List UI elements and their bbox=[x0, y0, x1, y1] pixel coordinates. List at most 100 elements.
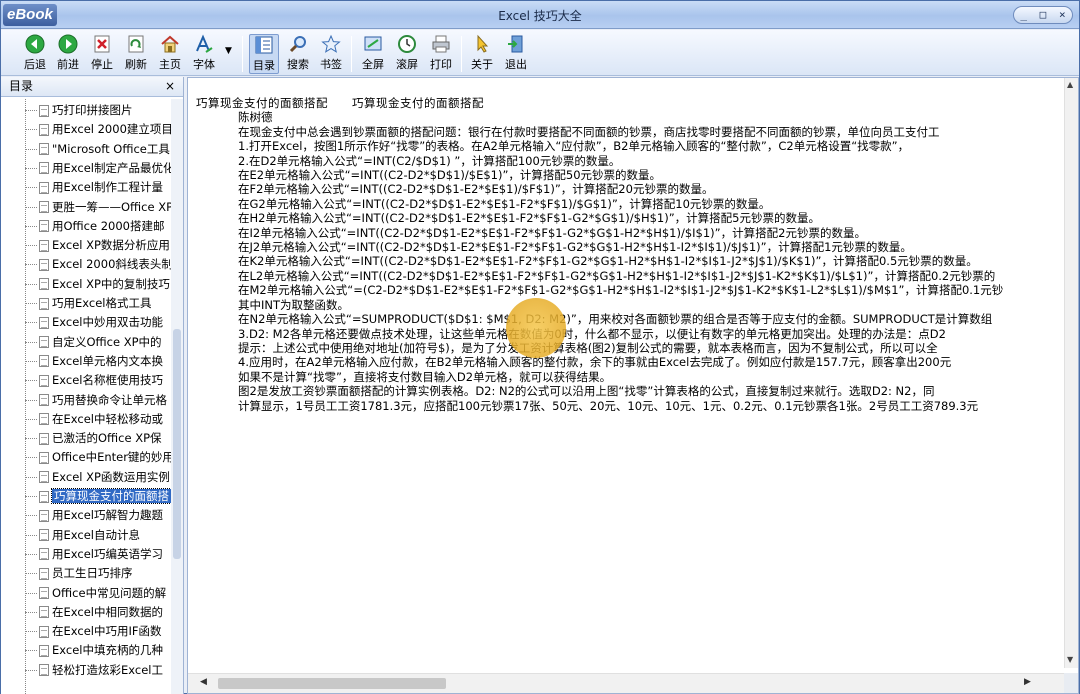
maximize-button[interactable]: □ bbox=[1040, 7, 1047, 23]
article-line: 2.在D2单元格输入公式“=INT(C2/$D$1) ”，计算搭配100元钞票的… bbox=[238, 153, 621, 168]
article-line: 如果不是计算“找零”，直接将支付数目输入D2单元格，就可以获得结果。 bbox=[238, 369, 612, 384]
tree-branch bbox=[25, 457, 37, 459]
toc-item[interactable]: 用Excel巧编英语学习 bbox=[25, 545, 171, 564]
sidebar-scrollbar[interactable] bbox=[171, 99, 183, 694]
search-button[interactable]: 搜索 bbox=[283, 34, 313, 74]
toc-item[interactable]: "Microsoft Office工具 bbox=[25, 140, 171, 159]
document-icon bbox=[39, 220, 49, 233]
document-icon bbox=[39, 432, 49, 445]
sidebar-scroll-thumb[interactable] bbox=[173, 329, 181, 559]
scroll-left-icon[interactable]: ◀ bbox=[200, 677, 207, 687]
about-button[interactable]: 关于 bbox=[467, 34, 497, 74]
toc-item[interactable]: 巧用替换命令让单元格 bbox=[25, 391, 171, 410]
toc-item[interactable]: 轻松打造炫彩Excel工 bbox=[25, 661, 171, 680]
toc-item[interactable]: 在Excel中轻松移动或 bbox=[25, 410, 171, 429]
toc-item[interactable]: Excel中妙用双击功能 bbox=[25, 313, 171, 332]
toc-item[interactable]: 用Excel 2000建立项目 bbox=[25, 120, 171, 139]
toc-item[interactable]: 巧用Excel格式工具 bbox=[25, 294, 171, 313]
font-button[interactable]: 字体 bbox=[189, 34, 219, 74]
back-button[interactable]: 后退 bbox=[20, 34, 50, 74]
toc-item-label: 更胜一筹——Office XP bbox=[52, 199, 171, 214]
horizontal-scroll-thumb[interactable] bbox=[218, 678, 446, 689]
document-icon bbox=[39, 471, 49, 484]
tree-branch bbox=[25, 245, 37, 247]
toc-item[interactable]: Excel中填充柄的几种 bbox=[25, 641, 171, 660]
toc-item[interactable]: 用Excel制作工程计量 bbox=[25, 178, 171, 197]
article-line: 在I2单元格输入公式“=INT((C2-D2*$D$1-E2*$E$1-F2*$… bbox=[238, 225, 866, 240]
toc-item[interactable]: 已激活的Office XP保 bbox=[25, 429, 171, 448]
toc-item-label: Office中Enter键的妙用 bbox=[52, 450, 171, 465]
bookmark-button[interactable]: 书签 bbox=[316, 34, 346, 74]
toc-item-label: 在Excel中巧用IF函数 bbox=[52, 624, 162, 639]
home-icon bbox=[161, 35, 179, 53]
toc-item[interactable]: Office中Enter键的妙用 bbox=[25, 448, 171, 467]
scroll-down-icon[interactable]: ▼ bbox=[1067, 655, 1073, 664]
toc-item[interactable]: 巧算现金支付的面额搭 bbox=[25, 487, 171, 506]
toc-item-label: 用Excel制作工程计量 bbox=[52, 180, 163, 195]
toc-item[interactable]: Excel单元格内文本换 bbox=[25, 352, 171, 371]
printer-icon bbox=[432, 35, 450, 53]
tree-branch bbox=[25, 515, 37, 517]
article-line: 提示：上述公式中使用绝对地址(加符号$)，是为了分发工资计算表格(图2)复制公式… bbox=[238, 340, 938, 355]
stop-button[interactable]: 停止 bbox=[87, 34, 117, 74]
article-line: 其中INT为取整函数。 bbox=[238, 297, 350, 312]
home-button[interactable]: 主页 bbox=[155, 34, 185, 74]
scroll-button[interactable]: 滚屏 bbox=[392, 34, 422, 74]
scroll-up-icon[interactable]: ▲ bbox=[1067, 80, 1073, 89]
tree-branch bbox=[25, 206, 37, 208]
toc-item-label: 用Excel 2000建立项目 bbox=[52, 122, 171, 137]
article-vertical-scrollbar[interactable]: ▲ ▼ bbox=[1064, 78, 1078, 668]
forward-button[interactable]: 前进 bbox=[53, 34, 83, 74]
document-icon bbox=[39, 336, 49, 349]
toc-item[interactable]: Excel XP数据分析应用 bbox=[25, 236, 171, 255]
toc-item[interactable]: 用Excel巧解智力趣题 bbox=[25, 506, 171, 525]
toc-item[interactable]: 员工生日巧排序 bbox=[25, 564, 171, 583]
document-icon bbox=[39, 239, 49, 252]
fullscreen-button[interactable]: 全屏 bbox=[358, 34, 388, 74]
minimize-button[interactable]: _ bbox=[1020, 7, 1027, 23]
toc-item[interactable]: Office中常见问题的解 bbox=[25, 584, 171, 603]
toc-item[interactable]: Excel名称框使用技巧 bbox=[25, 371, 171, 390]
sidebar-close-icon[interactable]: × bbox=[165, 77, 175, 96]
close-button[interactable]: × bbox=[1059, 7, 1066, 23]
toc-item[interactable]: 用Excel自动计息 bbox=[25, 526, 171, 545]
toc-item-label: Excel XP数据分析应用 bbox=[52, 238, 170, 253]
toc-item[interactable]: 自定义Office XP中的 bbox=[25, 333, 171, 352]
exit-button[interactable]: 退出 bbox=[501, 34, 531, 74]
stop-icon bbox=[94, 35, 110, 53]
document-icon bbox=[39, 355, 49, 368]
tree-branch bbox=[25, 264, 37, 266]
toc-item-label: 在Excel中相同数据的 bbox=[52, 604, 163, 619]
toc-item[interactable]: 用Excel制定产品最优化 bbox=[25, 159, 171, 178]
forward-icon bbox=[58, 34, 78, 54]
tree-branch bbox=[25, 534, 37, 536]
toc-item[interactable]: 在Excel中巧用IF函数 bbox=[25, 622, 171, 641]
toc-item[interactable]: Excel 2000斜线表头制 bbox=[25, 255, 171, 274]
toc-item-label: 员工生日巧排序 bbox=[52, 566, 133, 581]
toc-item-label: 用Excel巧解智力趣题 bbox=[52, 508, 163, 523]
scroll-right-icon[interactable]: ▶ bbox=[1024, 677, 1031, 687]
toc-item[interactable]: 在Excel中相同数据的 bbox=[25, 603, 171, 622]
tree-branch bbox=[25, 438, 37, 440]
toc-tree: 巧打印拼接图片用Excel 2000建立项目 "Microsoft Office工… bbox=[1, 99, 171, 694]
window-controls: _ □ × bbox=[1013, 6, 1073, 24]
toc-item-label: "Microsoft Office工具 bbox=[52, 141, 170, 156]
toc-item[interactable]: Excel XP函数运用实例 bbox=[25, 468, 171, 487]
toc-item[interactable]: 用Office 2000搭建邮 bbox=[25, 217, 171, 236]
exit-door-icon bbox=[508, 35, 523, 53]
sidebar-title: 目录 bbox=[9, 79, 34, 93]
toc-item[interactable]: Excel XP中的复制技巧 bbox=[25, 275, 171, 294]
toc-item[interactable]: 更胜一筹——Office XP bbox=[25, 198, 171, 217]
print-button[interactable]: 打印 bbox=[426, 34, 456, 74]
document-icon bbox=[39, 548, 49, 561]
refresh-icon bbox=[128, 35, 144, 53]
article-horizontal-scrollbar[interactable]: ◀ ▶ bbox=[188, 673, 1064, 693]
tree-branch bbox=[25, 418, 37, 420]
tree-branch bbox=[25, 341, 37, 343]
toc-button[interactable]: 目录 bbox=[249, 34, 279, 74]
font-dropdown-icon[interactable]: ▼ bbox=[225, 46, 232, 56]
title-bar[interactable]: eBook Excel 技巧大全 _ □ × bbox=[1, 1, 1079, 29]
toc-item[interactable]: 巧打印拼接图片 bbox=[25, 101, 171, 120]
refresh-button[interactable]: 刷新 bbox=[121, 34, 151, 74]
tree-branch bbox=[25, 380, 37, 382]
